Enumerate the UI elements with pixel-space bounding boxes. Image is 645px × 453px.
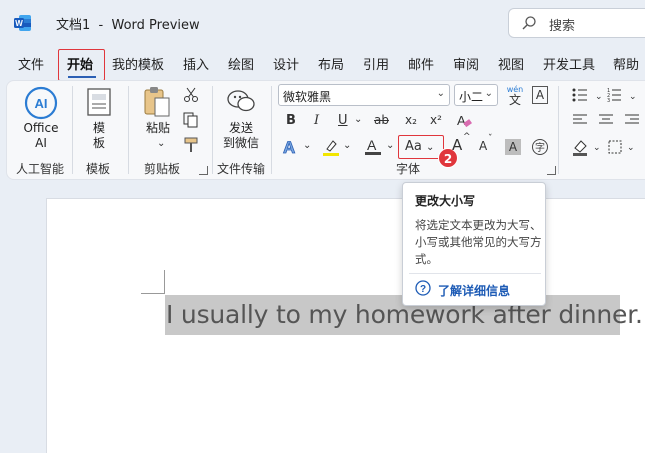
font-color-dropdown-caret[interactable]: ⌄ bbox=[386, 140, 394, 151]
svg-text:A: A bbox=[367, 137, 377, 153]
svg-text:⌄: ⌄ bbox=[595, 92, 603, 102]
tooltip-title: 更改大小写 bbox=[415, 194, 476, 208]
font-family-select[interactable]: 微软雅黑 ⌄ bbox=[278, 84, 450, 106]
svg-text:W: W bbox=[15, 19, 23, 28]
svg-text:AI: AI bbox=[35, 96, 48, 111]
shrink-font-caret-icon: ˇ bbox=[488, 134, 493, 144]
clear-formatting-icon[interactable]: A bbox=[455, 112, 473, 130]
tab-file[interactable]: 文件 bbox=[18, 54, 44, 73]
text-effects-icon[interactable]: A bbox=[282, 138, 300, 156]
window-title: 文档1 - Word Preview bbox=[56, 18, 200, 33]
font-color-icon[interactable]: A bbox=[364, 137, 382, 156]
shrink-font-button[interactable]: A bbox=[479, 139, 487, 153]
format-painter-icon[interactable] bbox=[183, 137, 199, 153]
search-box[interactable]: 搜索 bbox=[508, 8, 645, 38]
group-separator bbox=[72, 86, 73, 174]
phonetic-guide-button[interactable]: wén 文 bbox=[505, 84, 525, 106]
character-shading-button[interactable]: A bbox=[505, 139, 521, 155]
highlight-color-icon[interactable] bbox=[322, 138, 340, 156]
send-to-wechat-label[interactable]: 发送 到微信 bbox=[220, 121, 262, 151]
tooltip-divider bbox=[409, 273, 541, 274]
text-effects-dropdown-caret[interactable]: ⌄ bbox=[303, 140, 311, 151]
office-ai-label[interactable]: Office AI bbox=[21, 121, 61, 151]
clipboard-launcher-icon[interactable] bbox=[199, 166, 208, 175]
paste-label[interactable]: 粘贴 bbox=[144, 121, 172, 136]
tab-view[interactable]: 视图 bbox=[498, 54, 524, 73]
grow-font-caret-icon: ^ bbox=[463, 132, 471, 142]
paste-icon[interactable] bbox=[143, 86, 171, 118]
font-launcher-icon[interactable] bbox=[547, 166, 556, 175]
tab-mailings[interactable]: 邮件 bbox=[408, 54, 434, 73]
tab-help[interactable]: 帮助 bbox=[613, 54, 639, 73]
paste-dropdown-caret[interactable]: ⌄ bbox=[157, 138, 165, 149]
word-logo-icon: W bbox=[14, 15, 31, 31]
tab-draw[interactable]: 绘图 bbox=[228, 54, 254, 73]
copy-icon[interactable] bbox=[183, 112, 199, 128]
enclose-characters-icon[interactable]: 字 bbox=[531, 138, 549, 156]
margin-corner-mark bbox=[164, 270, 165, 294]
group-separator bbox=[271, 86, 272, 174]
underline-dropdown-caret[interactable]: ⌄ bbox=[354, 114, 362, 125]
group-ai-label: 人工智能 bbox=[16, 162, 65, 176]
svg-text:字: 字 bbox=[535, 141, 545, 154]
italic-button[interactable]: I bbox=[314, 113, 319, 128]
group-clipboard-label: 剪贴板 bbox=[144, 162, 181, 176]
svg-text:⌄: ⌄ bbox=[627, 143, 635, 153]
tooltip-description: 将选定文本更改为大写、小写或其他常见的大写方式。 bbox=[415, 218, 542, 266]
change-case-tooltip: 更改大小写 将选定文本更改为大写、小写或其他常见的大写方式。 ? 了解详细信息 bbox=[402, 182, 546, 306]
wechat-icon[interactable] bbox=[227, 88, 255, 114]
template-button-label[interactable]: 模板 bbox=[86, 121, 112, 151]
title-bar: W 文档1 - Word Preview 搜索 bbox=[0, 0, 645, 46]
group-separator bbox=[558, 86, 559, 174]
svg-text:A: A bbox=[457, 113, 466, 128]
cut-icon[interactable] bbox=[183, 87, 199, 103]
group-template-label: 模板 bbox=[86, 162, 111, 176]
highlight-dropdown-caret[interactable]: ⌄ bbox=[343, 140, 351, 151]
svg-text:⌄: ⌄ bbox=[629, 92, 637, 102]
help-icon[interactable]: ? bbox=[415, 280, 431, 296]
strikethrough-button[interactable]: ab bbox=[374, 113, 389, 127]
list-buttons-icon[interactable]: ⌄ 1 2 3 ⌄ bbox=[571, 87, 645, 103]
tab-design[interactable]: 设计 bbox=[273, 54, 299, 73]
template-icon[interactable] bbox=[86, 88, 112, 116]
tab-layout[interactable]: 布局 bbox=[318, 54, 344, 73]
tab-references[interactable]: 引用 bbox=[363, 54, 389, 73]
margin-corner-mark bbox=[141, 293, 165, 294]
search-placeholder: 搜索 bbox=[549, 19, 576, 34]
group-separator bbox=[212, 86, 213, 174]
superscript-button[interactable]: x² bbox=[430, 113, 442, 127]
font-size-select[interactable]: 小二 ⌄ bbox=[454, 84, 498, 106]
align-buttons-icon[interactable] bbox=[571, 113, 645, 127]
bold-button[interactable]: B bbox=[286, 113, 296, 128]
group-separator bbox=[128, 86, 129, 174]
underline-button[interactable]: U bbox=[338, 113, 348, 128]
office-ai-icon[interactable]: AI bbox=[24, 86, 58, 120]
character-border-button[interactable]: A bbox=[532, 86, 548, 104]
svg-text:3: 3 bbox=[607, 98, 610, 103]
tab-my-templates[interactable]: 我的模板 bbox=[112, 54, 164, 73]
subscript-button[interactable]: x₂ bbox=[405, 113, 417, 127]
svg-text:?: ? bbox=[420, 284, 426, 295]
shading-border-icon[interactable]: ⌄ ⌄ bbox=[571, 138, 645, 156]
group-file-transfer-label: 文件传输 bbox=[217, 162, 266, 176]
tab-insert[interactable]: 插入 bbox=[183, 54, 209, 73]
search-icon bbox=[522, 16, 536, 30]
tab-review[interactable]: 审阅 bbox=[453, 54, 479, 73]
learn-more-link[interactable]: 了解详细信息 bbox=[438, 282, 510, 299]
svg-text:⌄: ⌄ bbox=[593, 143, 601, 153]
tab-developer[interactable]: 开发工具 bbox=[543, 54, 595, 73]
grow-font-button[interactable]: A bbox=[452, 136, 462, 154]
highlight-home-tab bbox=[58, 49, 105, 81]
highlight-change-case bbox=[398, 135, 444, 159]
group-font-label: 字体 bbox=[396, 162, 421, 176]
svg-text:A: A bbox=[283, 138, 295, 156]
